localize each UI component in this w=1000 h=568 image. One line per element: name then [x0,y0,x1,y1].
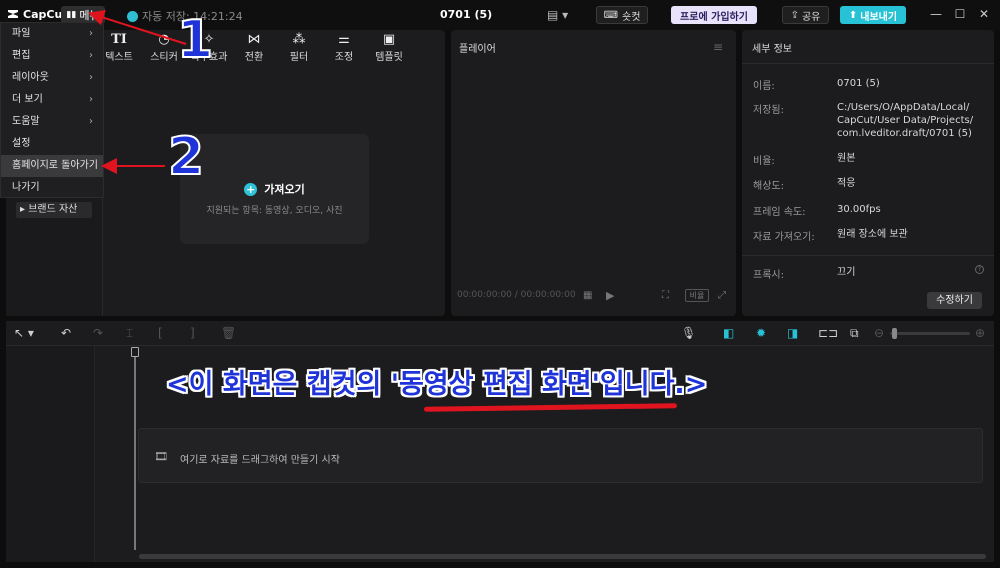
annotation-arrow-1 [88,10,187,45]
annotation-number-2: 2 [167,127,205,187]
annotation-overlay [88,10,187,174]
annotation-number-1: 1 [176,10,214,70]
annotation-caption: <이 화면은 캡컷의 '동영상 편집 화면'입니다.> [166,369,708,400]
